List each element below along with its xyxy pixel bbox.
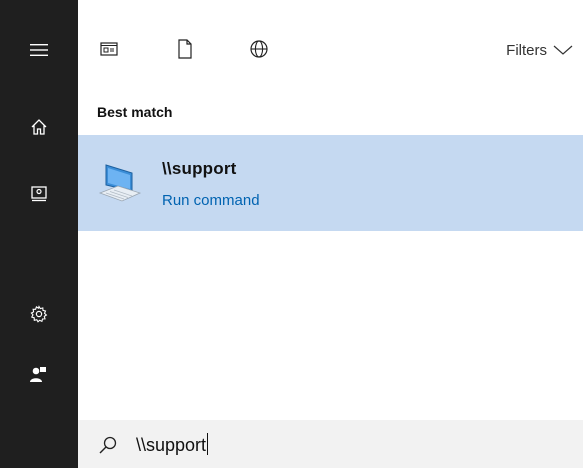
filters-label: Filters [506,41,547,59]
user-button[interactable] [0,350,78,398]
result-title: \\support [162,159,237,178]
search-input-value: \\support [136,435,207,455]
best-match-result[interactable]: \\support Run command [78,135,583,231]
search-input[interactable]: \\support [136,433,209,456]
scope-toolbar: Filters [78,0,583,96]
search-icon [99,436,117,454]
text-caret [207,433,209,455]
documents-filter-button[interactable] [170,34,200,64]
filters-dropdown[interactable]: Filters [506,38,573,62]
user-icon [30,367,46,382]
settings-icon [30,305,48,323]
menu-icon [30,44,48,56]
chevron-down-icon [553,45,573,55]
search-box[interactable]: \\support [78,420,583,468]
best-match-heading: Best match [97,104,173,120]
web-filter-icon [250,40,268,58]
documents-icon [31,186,47,202]
documents-button[interactable] [0,170,78,218]
menu-button[interactable] [0,26,78,74]
home-icon [31,119,47,135]
settings-button[interactable] [0,290,78,338]
document-filter-icon [178,39,192,59]
apps-filter-button[interactable] [94,34,124,64]
web-filter-button[interactable] [244,34,274,64]
computer-icon [98,164,142,202]
left-rail [0,0,78,468]
start-search-panel: Filters Best match \\support Run command… [0,0,583,468]
apps-filter-icon [100,42,118,56]
result-subtitle: Run command [162,192,260,209]
home-button[interactable] [0,103,78,151]
